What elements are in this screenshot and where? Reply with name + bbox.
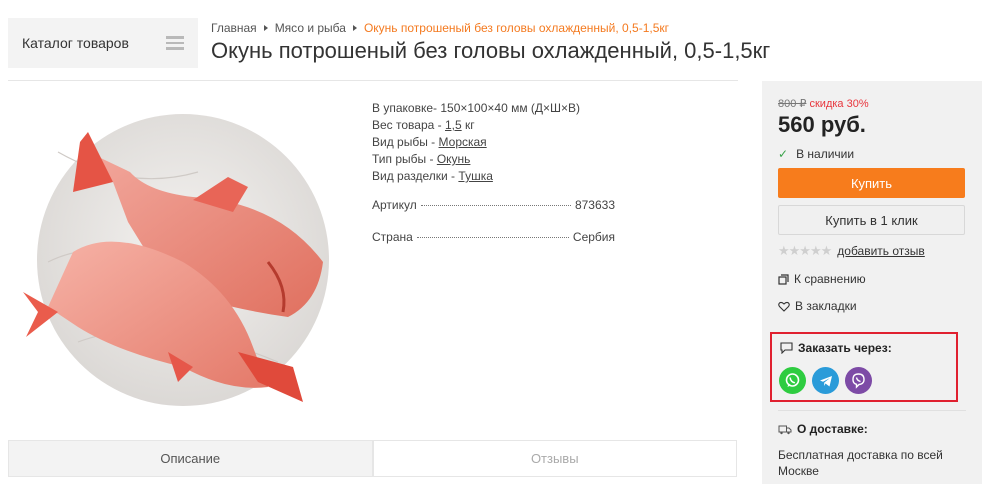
catalog-button[interactable]: Каталог товаров [8,18,198,68]
compare-icon [778,273,789,285]
stock-label: В наличии [796,147,855,161]
article-value: 873633 [574,198,615,212]
compare-label: К сравнению [794,272,866,286]
delivery-title: О доставке: [797,422,868,436]
divider [8,80,738,81]
rating: ★★★★★ добавить отзыв [778,243,925,259]
breadcrumb: Главная Мясо и рыба Окунь потрошеный без… [211,21,669,35]
catalog-label: Каталог товаров [22,35,129,51]
old-price-line: 800 ₽ скидка 30% [778,97,869,110]
discount-label: скидка 30% [809,98,869,110]
spec-label: Вид разделки - [372,169,456,183]
compare-link[interactable]: К сравнению [778,272,866,286]
spec-label: Вид рыбы - [372,135,436,149]
page-title: Окунь потрошеный без головы охлажденный,… [211,38,771,63]
spec-unit: кг [465,118,475,132]
dot-leader [420,205,571,206]
country-label: Страна [372,230,413,244]
rating-stars-icon[interactable]: ★★★★★ [778,243,832,259]
cut-link[interactable]: Тушка [458,169,492,183]
order-via-messengers: Заказать через: [770,332,958,402]
breadcrumb-home[interactable]: Главная [211,21,257,35]
messenger-buttons [779,367,872,394]
price: 560 руб. [778,112,866,137]
country-row: Страна Сербия [372,230,615,244]
delivery-text: Бесплатная доставка по всей Москве [778,448,943,478]
fish-kind-link[interactable]: Морская [439,135,487,149]
buy-button[interactable]: Купить [778,168,965,198]
order-via-label: Заказать через: [798,341,892,355]
telegram-icon[interactable] [812,367,839,394]
breadcrumb-separator-icon [263,25,268,31]
bookmarks-link[interactable]: В закладки [778,299,857,313]
product-specs: В упаковке- 150×100×40 мм (Д×Ш×В) Вес то… [372,100,580,185]
dot-leader [416,237,569,238]
fish-type-link[interactable]: Окунь [437,152,471,166]
spec-label: Тип рыбы - [372,152,434,166]
product-photo [23,114,329,406]
weight-link[interactable]: 1,5 [445,118,462,132]
stock-status: ✓ В наличии [778,147,854,161]
menu-icon [166,36,184,50]
tab-reviews[interactable]: Отзывы [372,440,737,477]
check-icon: ✓ [778,147,789,161]
one-click-buy-button[interactable]: Купить в 1 клик [778,205,965,235]
article-label: Артикул [372,198,417,212]
old-price: 800 ₽ [778,98,807,110]
breadcrumb-current: Окунь потрошеный без головы охлажденный,… [363,21,670,35]
delivery-heading: О доставке: [778,422,868,436]
spec-label: В упаковке- [372,101,437,115]
order-via-title: Заказать через: [780,341,892,355]
breadcrumb-meat-fish[interactable]: Мясо и рыба [275,21,346,35]
add-review-link[interactable]: добавить отзыв [837,244,925,258]
purchase-panel: 800 ₽ скидка 30% 560 руб. ✓ В наличии Ку… [762,81,982,484]
viber-icon[interactable] [845,367,872,394]
divider [778,410,966,411]
chat-icon [780,342,793,354]
spec-value: 150×100×40 мм (Д×Ш×В) [440,101,581,115]
country-value: Сербия [572,230,615,244]
whatsapp-icon[interactable] [779,367,806,394]
article-row: Артикул 873633 [372,198,615,212]
breadcrumb-separator-icon [352,25,357,31]
heart-icon [778,301,790,312]
product-tabs: Описание Отзывы [8,440,737,477]
truck-icon [778,425,792,434]
spec-label: Вес товара - [372,118,442,132]
tab-description[interactable]: Описание [8,440,373,477]
bookmarks-label: В закладки [795,299,857,313]
